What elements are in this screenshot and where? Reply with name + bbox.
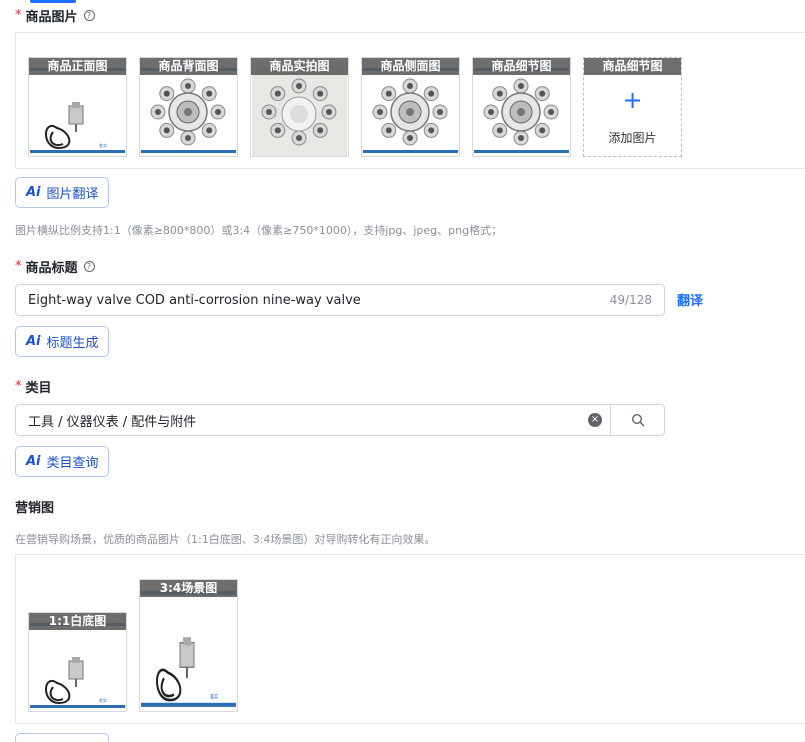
add-slot-label: 商品细节图 [584,58,681,75]
product-photo [363,66,458,156]
marketing-image-thumb-label: 1:1白底图 [29,613,126,630]
product-image-thumb[interactable]: 商品正面图差实 [28,57,127,157]
help-icon[interactable]: ? [83,261,95,272]
product-image-thumb[interactable]: 商品侧面图 [361,57,460,157]
translate-link[interactable]: 翻译 [677,290,703,309]
product-title-heading: * 商品标题 ? [15,257,95,276]
marketing-image-thumb[interactable]: 1:1白底图差实 [28,612,127,712]
category-select[interactable]: 工具 / 仪器仪表 / 配件与附件 × [15,404,665,436]
product-image-thumb[interactable]: 商品细节图 [472,57,571,157]
product-photo [141,66,236,156]
category-query-label: 类目查询 [46,456,99,471]
product-photo: 差实 [30,621,125,711]
product-image-thumb-label: 商品侧面图 [362,58,459,75]
marketing-heading: 营销图 [15,497,54,516]
product-title-value: Eight-way valve COD anti-corrosion nine-… [28,292,361,308]
clear-icon[interactable]: × [588,413,602,427]
title-generate-button[interactable]: Ai 标题生成 [15,326,109,357]
product-title-input[interactable]: Eight-way valve COD anti-corrosion nine-… [15,284,665,316]
marketing-image-thumb-label: 3:4场景图 [140,580,237,597]
marketing-label: 营销图 [15,501,55,516]
title-generate-label: 标题生成 [46,336,99,351]
category-label: 类目 [25,381,52,396]
svg-text:差实: 差实 [99,697,107,703]
image-format-hint: 图片横纵比例支持1:1（像素≥800*800）或3:4（像素≥750*1000）… [15,224,503,237]
product-images-panel: 商品正面图 差实 商品背面图 商品实拍图 商品侧面图 商品细节图 商品细节图 + 添加图片 [15,32,805,169]
product-image-thumb-label: 商品细节图 [473,58,570,75]
char-count: 49/128 [609,293,652,307]
marketing-images-panel: 1:1白底图 差实 3:4场景图 差实 [15,554,805,724]
ai-icon: Ai [26,185,41,200]
product-image-thumb[interactable]: 商品实拍图 [250,57,349,157]
product-image-thumb-label: 商品背面图 [140,58,237,75]
product-photo [252,66,347,156]
help-icon[interactable]: ? [83,10,95,21]
marketing-ai-button[interactable] [15,733,109,742]
product-images-label: 商品图片 [25,10,78,25]
category-heading: * 类目 [15,379,52,396]
marketing-image-thumb[interactable]: 3:4场景图 差实 [139,579,238,712]
product-photo: 差实 [141,588,236,711]
category-value: 工具 / 仪器仪表 / 配件与附件 [28,414,197,430]
product-title-label: 商品标题 [25,261,78,276]
product-photo [474,66,569,156]
ai-icon: Ai [26,334,41,349]
add-image-tile[interactable]: 商品细节图 + 添加图片 [583,57,682,157]
image-translate-label: 图片翻译 [46,187,99,202]
image-translate-button[interactable]: Ai 图片翻译 [15,177,109,208]
ai-icon: Ai [26,454,41,469]
marketing-hint: 在营销导购场景，优质的商品图片（1:1白底图、3:4场景图）对导购转化有正向效果… [15,533,436,546]
product-photo: 差实 [30,66,125,156]
product-image-thumb-label: 商品正面图 [29,58,126,75]
category-query-button[interactable]: Ai 类目查询 [15,446,109,477]
svg-text:差实: 差实 [99,142,107,148]
add-image-text: 添加图片 [608,131,657,145]
product-image-thumb[interactable]: 商品背面图 [139,57,238,157]
plus-icon: + [622,86,643,114]
search-icon [631,413,644,427]
active-tab-indicator [30,0,76,3]
search-button[interactable] [610,405,664,435]
product-images-title: * 商品图片 ? [15,6,95,25]
product-image-thumb-label: 商品实拍图 [251,58,348,75]
